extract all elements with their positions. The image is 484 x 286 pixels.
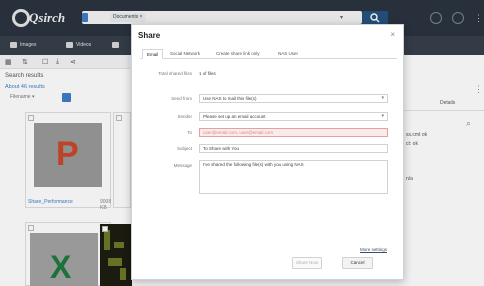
share-now-button[interactable]: Share Now — [292, 257, 322, 269]
sender-value: Please set up an email account — [203, 114, 266, 119]
message-value: I've shared the following file(s) with y… — [203, 162, 304, 167]
tab-create-share-link[interactable]: Create share link only — [212, 49, 264, 59]
total-files-label: Total shared files — [158, 71, 192, 76]
send-from-label: Send from — [171, 96, 192, 101]
to-label: To — [187, 130, 192, 135]
qsirch-window: Qsirch Documents × ▾ ⋮ Images Videos ▦ ⇅… — [0, 0, 484, 286]
subject-label: Subject — [176, 146, 192, 151]
tab-social-network[interactable]: Social Network — [166, 49, 204, 59]
subject-value: To Share with You — [203, 146, 240, 151]
to-value: user@email.com, user@email.com — [203, 130, 274, 135]
total-files-value: 1 of files — [199, 71, 216, 76]
cancel-button[interactable]: Cancel — [342, 257, 373, 269]
sender-select[interactable]: Please set up an email account ▾ — [199, 112, 388, 121]
subject-field[interactable]: To Share with You — [199, 144, 388, 153]
chevron-down-icon: ▾ — [381, 113, 384, 119]
share-dialog: Share × Email Social Network Create shar… — [131, 24, 404, 280]
message-textarea[interactable]: I've shared the following file(s) with y… — [199, 160, 388, 194]
share-tabs: Email Social Network Create share link o… — [140, 49, 397, 59]
sender-label: Sender — [177, 114, 192, 119]
to-field[interactable]: user@email.com, user@email.com — [199, 128, 388, 137]
more-settings-link[interactable]: More settings — [360, 247, 387, 252]
tab-email[interactable]: Email — [142, 49, 164, 59]
message-label: Message — [173, 163, 192, 168]
tab-nas-user[interactable]: NAS User — [274, 49, 302, 59]
chevron-down-icon: ▾ — [381, 95, 384, 101]
close-icon[interactable]: × — [390, 30, 395, 39]
send-from-select[interactable]: Use NAS to mail this file(s) ▾ — [199, 94, 388, 103]
send-from-value: Use NAS to mail this file(s) — [203, 96, 257, 101]
dialog-title: Share — [138, 31, 161, 40]
